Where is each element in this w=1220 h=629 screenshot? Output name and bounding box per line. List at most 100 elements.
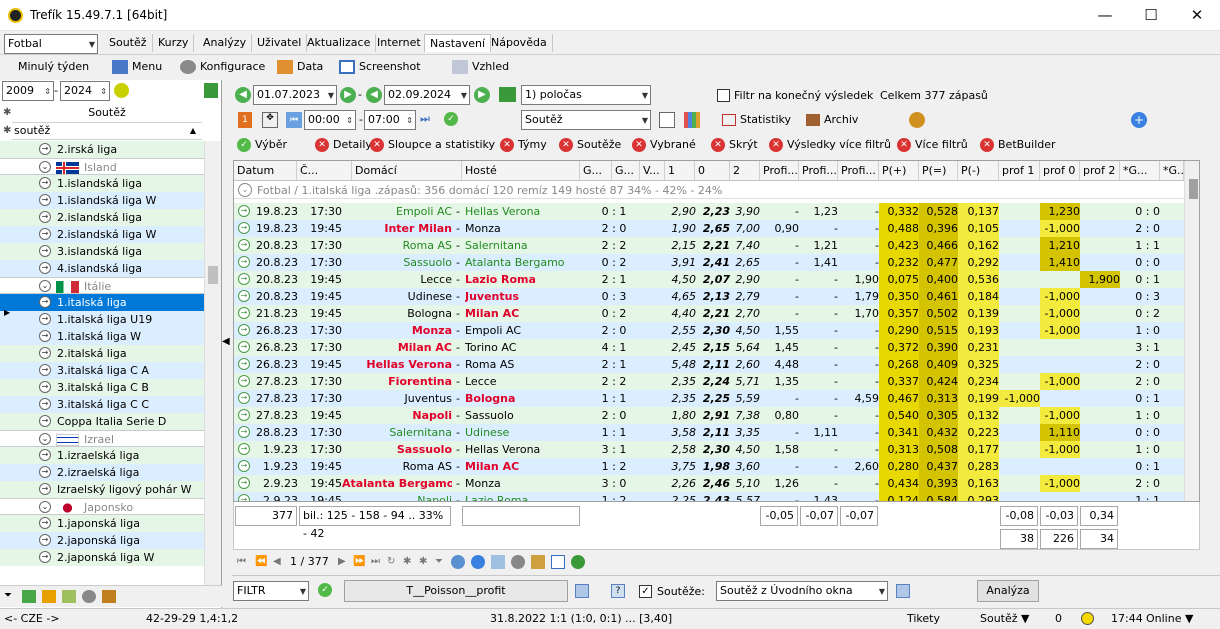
menu-4[interactable]: Aktualizace xyxy=(302,34,377,52)
menu-1[interactable]: Kurzy xyxy=(153,34,195,52)
analyza-button[interactable]: Analýza xyxy=(977,580,1039,602)
column-header[interactable]: 1 xyxy=(665,161,695,181)
column-header[interactable]: prof 0 xyxy=(1040,161,1080,181)
add-record-icon[interactable] xyxy=(471,555,485,569)
column-header[interactable]: P(-) xyxy=(958,161,999,181)
match-row[interactable]: → 27.8.23 17:30 Fiorentina - Lecce 2 : 2 2,35 2,… xyxy=(234,373,1199,390)
minimize-button[interactable]: — xyxy=(1082,0,1128,31)
column-header[interactable]: G... xyxy=(612,161,640,181)
period-label[interactable]: Minulý týden xyxy=(18,55,89,78)
competition-item[interactable]: → 1.italská liga xyxy=(0,294,204,311)
konfigurace-button[interactable]: Konfigurace xyxy=(180,55,265,78)
add-circle-icon[interactable]: + xyxy=(1131,112,1147,128)
table-icon[interactable] xyxy=(659,112,675,128)
competition-item[interactable]: → Izraelský ligový pohár W xyxy=(0,481,204,498)
screenshot-button[interactable]: Screenshot xyxy=(339,55,421,78)
gear-nav-icon[interactable] xyxy=(511,555,525,569)
money-nav-icon[interactable] xyxy=(571,555,585,569)
column-header[interactable]: *G... xyxy=(1120,161,1160,181)
menu-3[interactable]: Uživatel xyxy=(252,34,308,52)
time-to-spinner[interactable]: 07:00 ⇕ xyxy=(364,110,416,130)
column-header[interactable]: 2 xyxy=(730,161,760,181)
competition-item[interactable]: → 3.italská liga C A xyxy=(0,362,204,379)
match-row[interactable]: → 2.9.23 19:45 Napoli - Lazio Roma 1 : 2 2,25 2,… xyxy=(234,492,1199,501)
button-8[interactable]: ✕ Více filtrů xyxy=(897,135,968,155)
money-icon[interactable] xyxy=(204,83,218,98)
start-icon[interactable]: ⏮ xyxy=(286,112,302,128)
button-0[interactable]: ✓ Výběr xyxy=(237,135,287,155)
apply-date-icon[interactable] xyxy=(499,87,516,102)
load-filter-icon[interactable] xyxy=(575,584,589,598)
column-header[interactable]: prof 2 xyxy=(1080,161,1120,181)
help-icon[interactable]: ? xyxy=(611,584,625,598)
time-from-spinner[interactable]: 00:00 ⇕ xyxy=(304,110,356,130)
competition-item[interactable]: → 1.italská liga W xyxy=(0,328,204,345)
column-header[interactable]: prof 1 xyxy=(999,161,1040,181)
filter-select[interactable]: FILTR ▼ xyxy=(233,581,309,601)
confirm-time-button[interactable]: ✓ xyxy=(444,112,462,126)
competition-item[interactable]: → 1.japonská liga xyxy=(0,515,204,532)
date-to-field[interactable]: 02.09.2024 ▼ xyxy=(384,85,470,105)
match-row[interactable]: → 20.8.23 17:30 Roma AS - Salernitana 2 : 2 2,1… xyxy=(234,237,1199,254)
competition-item[interactable]: → 2.japonská liga W xyxy=(0,549,204,566)
column-header[interactable]: Profi... xyxy=(799,161,838,181)
column-header[interactable]: 0 xyxy=(695,161,730,181)
competition-filter[interactable]: soutěž ▲ xyxy=(12,122,202,140)
clipboard-icon[interactable] xyxy=(531,555,545,569)
end-icon[interactable]: ⏭ xyxy=(420,112,434,128)
check-icon[interactable] xyxy=(551,555,565,569)
expand-icon[interactable]: ✥ xyxy=(262,112,278,128)
load-competition-icon[interactable] xyxy=(896,584,910,598)
column-header[interactable]: V... xyxy=(640,161,665,181)
stats-button[interactable]: Statistiky xyxy=(722,113,791,126)
button-6[interactable]: ✕ Skrýt xyxy=(711,135,758,155)
move-icon[interactable] xyxy=(491,555,505,569)
button-3[interactable]: ✕ Týmy xyxy=(500,135,547,155)
search-icon[interactable] xyxy=(451,555,465,569)
calendar-icon[interactable]: 1 xyxy=(238,112,252,128)
soutez-status-button[interactable]: Soutěž ▼ xyxy=(980,609,1030,629)
vzhled-button[interactable]: Vzhled xyxy=(452,55,509,78)
match-row[interactable]: → 20.8.23 19:45 Udinese - Juventus 0 : 3 4,65 2,… xyxy=(234,288,1199,305)
online-status-button[interactable]: Online ▼ xyxy=(1146,609,1193,629)
column-header[interactable]: Datum xyxy=(234,161,297,181)
collapse-group-icon[interactable]: ⌄ xyxy=(238,183,252,197)
competition-item[interactable]: → 2.islandská liga xyxy=(0,209,204,226)
competition-item[interactable]: → 3.islandská liga xyxy=(0,243,204,260)
match-row[interactable]: → 21.8.23 19:45 Bologna - Milan AC 0 : 2 4,40 2,… xyxy=(234,305,1199,322)
menu-button[interactable]: Menu xyxy=(112,55,162,78)
next-page-icon[interactable]: ⏩ xyxy=(353,551,365,573)
gear-icon[interactable] xyxy=(82,590,96,603)
filter-nav-icon[interactable]: ✱ xyxy=(419,551,427,573)
column-header[interactable]: *G... xyxy=(1160,161,1184,181)
column-header[interactable]: G... xyxy=(580,161,612,181)
column-header[interactable]: Hosté xyxy=(462,161,580,181)
country-header[interactable]: ⌄ Japonsko xyxy=(0,498,204,515)
match-row[interactable]: → 28.8.23 17:30 Salernitana - Udinese 1 : 1 3,5… xyxy=(234,424,1199,441)
last-record-icon[interactable]: ⏭ xyxy=(371,551,380,573)
match-row[interactable]: → 27.8.23 19:45 Napoli - Sassuolo 2 : 0 1,80 2,9… xyxy=(234,407,1199,424)
match-row[interactable]: → 27.8.23 17:30 Juventus - Bologna 1 : 1 2,35 2,… xyxy=(234,390,1199,407)
competition-item[interactable]: → 2.japonská liga xyxy=(0,532,204,549)
competition-item[interactable]: → 2.islandská liga W xyxy=(0,226,204,243)
competition-item[interactable]: → 3.italská liga C B xyxy=(0,379,204,396)
wand-icon[interactable] xyxy=(42,590,56,603)
prev-date2-button[interactable]: ◀ xyxy=(366,87,382,103)
refresh-icon[interactable]: ↻ xyxy=(387,551,395,573)
match-row[interactable]: → 1.9.23 17:30 Sassuolo - Hellas Verona 3 : 12… xyxy=(234,441,1199,458)
button-4[interactable]: ✕ Soutěže xyxy=(559,135,621,155)
button-2[interactable]: ✕ Sloupce a statistiky xyxy=(370,135,495,155)
competition-select[interactable]: Soutěž ▼ xyxy=(521,110,651,130)
chart-icon[interactable] xyxy=(684,112,700,128)
match-row[interactable]: → 26.8.23 19:45 Hellas Verona - Roma AS 2 : 15… xyxy=(234,356,1199,373)
add-icon[interactable] xyxy=(22,590,36,603)
first-record-icon[interactable]: ⏮ xyxy=(237,551,246,573)
competition-item[interactable]: → 2.irská liga xyxy=(0,141,204,158)
next-record-icon[interactable]: ▶ xyxy=(338,551,346,573)
next-date-button[interactable]: ▶ xyxy=(340,87,356,103)
menu-6[interactable]: Nastavení xyxy=(424,34,492,52)
button-9[interactable]: ✕ BetBuilder xyxy=(980,135,1056,155)
competition-item[interactable]: → 1.islandská liga xyxy=(0,175,204,192)
souteze-select[interactable]: Soutěž z Úvodního okna ▼ xyxy=(716,581,888,601)
competition-item[interactable]: → 2.izraelská liga xyxy=(0,464,204,481)
